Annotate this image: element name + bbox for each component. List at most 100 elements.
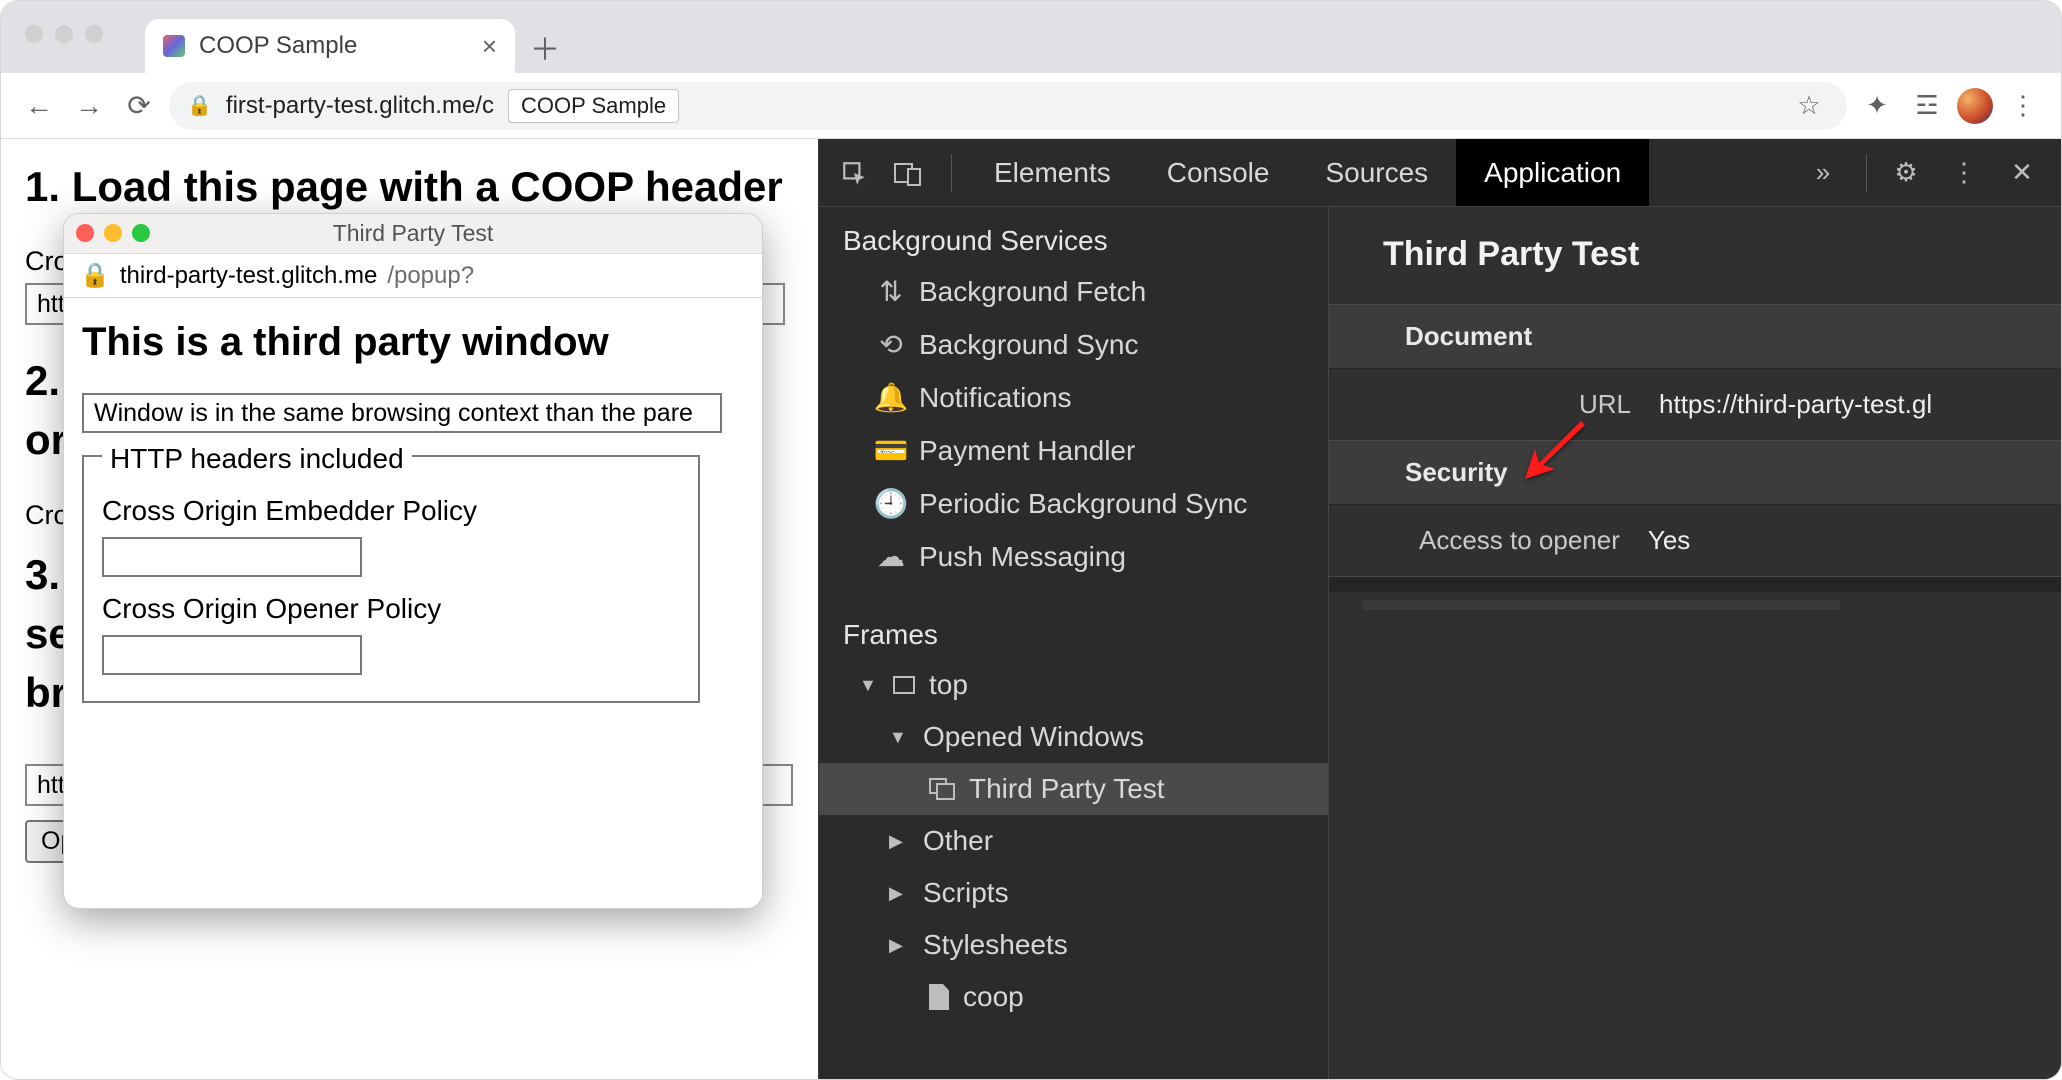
popup-window-controls[interactable] <box>76 224 150 242</box>
row-url: URL https://third-party-test.gl <box>1329 369 2061 440</box>
section-document: Document <box>1329 304 2061 369</box>
item-notifications[interactable]: 🔔Notifications <box>819 371 1328 424</box>
popup-url-path: /popup? <box>387 262 474 290</box>
popup-window: Third Party Test 🔒 third-party-test.glit… <box>63 213 763 909</box>
item-background-fetch[interactable]: ⇅Background Fetch <box>819 265 1328 318</box>
popup-zoom-dot[interactable] <box>132 224 150 242</box>
tab-application[interactable]: Application <box>1456 139 1649 206</box>
popup-url-host: third-party-test.glitch.me <box>120 262 377 290</box>
address-bar[interactable]: 🔒 first-party-test.glitch.me/c COOP Samp… <box>169 82 1847 130</box>
application-sidebar[interactable]: Background Services ⇅Background Fetch ⟲B… <box>819 207 1329 1079</box>
popup-context-message: Window is in the same browsing context t… <box>82 393 722 433</box>
popup-address-bar[interactable]: 🔒 third-party-test.glitch.me/popup? <box>64 254 762 298</box>
profile-avatar[interactable] <box>1957 88 1993 124</box>
device-toggle-icon[interactable] <box>883 148 933 198</box>
inspect-icon[interactable] <box>829 148 879 198</box>
section-background-services: Background Services <box>819 207 1328 265</box>
cloud-icon: ☁ <box>877 540 905 573</box>
popup-body: This is a third party window Window is i… <box>64 298 762 908</box>
disclosure-icon[interactable] <box>889 831 909 852</box>
address-text: first-party-test.glitch.me/c <box>226 92 494 120</box>
frame-coop[interactable]: coop <box>819 971 1328 1023</box>
devtools-body: Background Services ⇅Background Fetch ⟲B… <box>819 207 2061 1079</box>
settings-icon[interactable]: ⚙ <box>1881 148 1931 198</box>
menu-icon[interactable]: ⋮ <box>2003 86 2043 126</box>
popup-minimize-dot[interactable] <box>104 224 122 242</box>
url-value: https://third-party-test.gl <box>1659 389 1932 420</box>
reading-list-icon[interactable]: ☲ <box>1907 86 1947 126</box>
annotation-arrow-icon <box>1521 413 1593 492</box>
disclosure-icon[interactable] <box>889 883 909 904</box>
devtools-close-icon[interactable]: ✕ <box>1997 148 2047 198</box>
page-viewport: 1. Load this page with a COOP header Cro… <box>1 139 819 1079</box>
popup-titlebar[interactable]: Third Party Test <box>64 214 762 254</box>
coop-input[interactable] <box>102 635 362 675</box>
step3-heading-pre: 3. <box>25 551 60 598</box>
zoom-window-dot[interactable] <box>85 25 103 43</box>
clock-icon: 🕘 <box>877 487 905 520</box>
close-tab-icon[interactable]: × <box>482 31 497 62</box>
window-icon <box>929 778 955 800</box>
tab-elements[interactable]: Elements <box>966 139 1139 206</box>
frame-opened-windows[interactable]: Opened Windows <box>819 711 1328 763</box>
section-security: Security <box>1329 440 2061 505</box>
card-icon: 💳 <box>877 434 905 467</box>
item-periodic-sync[interactable]: 🕘Periodic Background Sync <box>819 477 1328 530</box>
window-controls[interactable] <box>25 25 103 43</box>
toolbar: ← → ⟳ 🔒 first-party-test.glitch.me/c COO… <box>1 73 2061 139</box>
favicon-icon <box>163 35 185 57</box>
coep-label: Cross Origin Embedder Policy <box>102 495 680 527</box>
popup-heading: This is a third party window <box>82 320 744 365</box>
popup-title: Third Party Test <box>333 220 494 247</box>
minimize-window-dot[interactable] <box>55 25 73 43</box>
fetch-icon: ⇅ <box>877 275 905 308</box>
item-push-messaging[interactable]: ☁Push Messaging <box>819 530 1328 583</box>
access-key: Access to opener <box>1419 525 1620 556</box>
tab-console[interactable]: Console <box>1139 139 1298 206</box>
tab-strip: COOP Sample × ＋ <box>1 1 2061 73</box>
forward-button[interactable]: → <box>69 86 109 126</box>
row-access-to-opener: Access to opener Yes <box>1329 505 2061 576</box>
tab-sources[interactable]: Sources <box>1297 139 1456 206</box>
popup-fieldset-legend: HTTP headers included <box>102 443 412 475</box>
frame-stylesheets[interactable]: Stylesheets <box>819 919 1328 971</box>
reload-button[interactable]: ⟳ <box>119 86 159 126</box>
content-split: 1. Load this page with a COOP header Cro… <box>1 139 2061 1079</box>
back-button[interactable]: ← <box>19 86 59 126</box>
star-icon[interactable]: ☆ <box>1789 86 1829 126</box>
address-suggestion: COOP Sample <box>508 89 679 123</box>
frame-other[interactable]: Other <box>819 815 1328 867</box>
details-divider <box>1329 576 2061 592</box>
popup-headers-fieldset: HTTP headers included Cross Origin Embed… <box>82 455 700 703</box>
item-payment-handler[interactable]: 💳Payment Handler <box>819 424 1328 477</box>
application-details: Third Party Test Document URL https://th… <box>1329 207 2061 1079</box>
disclosure-icon[interactable] <box>889 727 909 748</box>
item-background-sync[interactable]: ⟲Background Sync <box>819 318 1328 371</box>
bell-icon: 🔔 <box>877 381 905 414</box>
popup-close-dot[interactable] <box>76 224 94 242</box>
disclosure-icon[interactable] <box>859 675 879 696</box>
access-value: Yes <box>1648 525 1690 556</box>
frame-top[interactable]: top <box>819 659 1328 711</box>
frame-third-party-test[interactable]: Third Party Test <box>819 763 1328 815</box>
browser-tab[interactable]: COOP Sample × <box>145 19 515 73</box>
devtools-menu-icon[interactable]: ⋮ <box>1939 148 1989 198</box>
popup-lock-icon: 🔒 <box>80 261 110 290</box>
step1-heading: 1. Load this page with a COOP header <box>25 161 794 212</box>
more-tabs-icon[interactable]: » <box>1798 148 1848 198</box>
extensions-icon[interactable]: ✦ <box>1857 86 1897 126</box>
frame-icon <box>893 676 915 694</box>
frame-scripts[interactable]: Scripts <box>819 867 1328 919</box>
disclosure-icon[interactable] <box>889 935 909 956</box>
devtools-panel: Elements Console Sources Application » ⚙… <box>819 139 2061 1079</box>
browser-window: COOP Sample × ＋ ← → ⟳ 🔒 first-party-test… <box>0 0 2062 1080</box>
file-icon <box>929 984 949 1010</box>
coep-input[interactable] <box>102 537 362 577</box>
close-window-dot[interactable] <box>25 25 43 43</box>
horizontal-scroll-indicator[interactable] <box>1361 600 1841 610</box>
section-frames: Frames <box>819 601 1328 659</box>
sync-icon: ⟲ <box>877 328 905 361</box>
devtools-tabstrip: Elements Console Sources Application » ⚙… <box>819 139 2061 207</box>
new-tab-button[interactable]: ＋ <box>523 25 567 69</box>
details-title: Third Party Test <box>1329 231 2061 304</box>
